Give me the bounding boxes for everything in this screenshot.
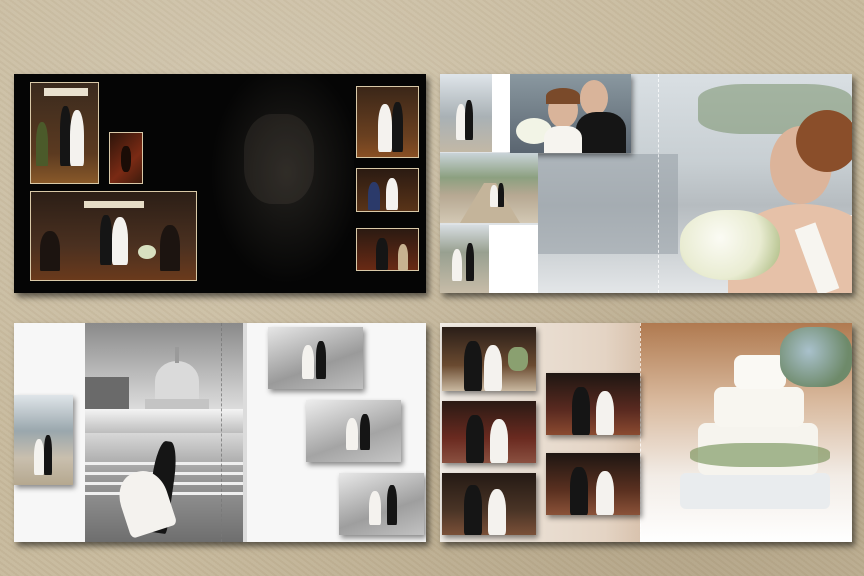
groom-figure <box>387 485 397 525</box>
guest-figure <box>40 231 60 271</box>
groom-figure <box>392 102 403 152</box>
detail-figure <box>121 146 131 172</box>
bride-dress <box>544 126 582 153</box>
photo-reception-1[interactable] <box>442 327 536 391</box>
groom-figure <box>466 415 484 463</box>
photo-detail-small[interactable] <box>109 132 143 184</box>
groom-figure <box>498 183 504 207</box>
groom-figure <box>376 238 388 270</box>
cake-stand <box>680 473 830 509</box>
photo-reception-2[interactable] <box>546 373 640 435</box>
gray-margin <box>243 323 247 542</box>
photo-wedding-cake[interactable] <box>640 323 852 542</box>
flowers <box>138 245 156 259</box>
photo-ceremony-wide[interactable] <box>30 191 197 281</box>
groom-suit <box>576 112 626 153</box>
groom-figure <box>466 243 474 281</box>
bride-figure <box>369 491 381 525</box>
bride-figure <box>34 439 44 475</box>
cake-greenery <box>690 443 830 467</box>
cake-flowers <box>780 327 852 387</box>
photo-recessional[interactable] <box>356 86 419 158</box>
page-fold-line <box>221 323 222 542</box>
fountain-spray <box>85 409 243 433</box>
groom-figure <box>464 485 482 535</box>
groom-face <box>580 80 608 116</box>
bride-figure <box>378 104 392 152</box>
groom-figure <box>100 215 112 265</box>
capitol-dome <box>155 361 199 401</box>
photo-rooftop-walk-2[interactable] <box>440 153 538 223</box>
photo-bw-walk-2[interactable] <box>306 400 401 462</box>
photo-couple-closeup[interactable] <box>510 74 631 153</box>
building-blur <box>538 154 678 254</box>
bride-figure <box>452 249 462 281</box>
photo-reception-3[interactable] <box>442 401 536 463</box>
arch-canopy <box>44 88 88 96</box>
groom-figure <box>316 341 326 379</box>
centerpiece <box>508 347 528 371</box>
photo-ceremony-arch[interactable] <box>30 82 99 184</box>
bride-figure <box>484 345 502 391</box>
groom-figure <box>465 100 473 140</box>
guest-figure <box>160 225 180 271</box>
groom-figure <box>44 435 52 475</box>
bride-figure <box>490 185 498 207</box>
arch-canopy <box>84 201 144 208</box>
bride-figure <box>70 110 84 166</box>
guest-figure <box>368 182 380 210</box>
groom-figure <box>360 414 370 450</box>
photo-rooftop-walk-3[interactable] <box>440 225 489 293</box>
bride-figure <box>346 418 358 450</box>
photo-bw-walk-3[interactable] <box>339 473 424 535</box>
white-panel <box>492 74 510 152</box>
page-fold-line <box>640 323 641 542</box>
faded-hand-shape <box>244 114 314 204</box>
photo-reception-5[interactable] <box>442 473 536 535</box>
bride-figure <box>488 489 506 535</box>
groom-figure <box>570 467 588 515</box>
bride-figure <box>112 217 128 265</box>
album-spread-reception <box>440 323 852 542</box>
photo-bw-walk-1[interactable] <box>268 327 363 389</box>
bouquet <box>680 210 780 280</box>
bride-hair <box>546 88 580 104</box>
page-fold-line <box>658 74 659 293</box>
photo-capitol-walk-small[interactable] <box>14 395 73 485</box>
bride-figure <box>386 178 398 210</box>
cake-tier-top <box>734 355 786 389</box>
bride-hair-bun <box>796 110 852 172</box>
groom-figure <box>572 387 590 435</box>
photo-exit-1[interactable] <box>356 168 419 212</box>
guest-figure <box>398 244 408 270</box>
photo-rooftop-walk-1[interactable] <box>440 74 492 152</box>
bride-figure <box>596 471 614 515</box>
photo-exit-2[interactable] <box>356 228 419 271</box>
album-spread-capitol <box>14 323 426 542</box>
white-panel <box>489 225 538 293</box>
bride-figure <box>490 419 508 463</box>
guest-figure <box>36 122 48 166</box>
album-spread-ceremony <box>14 74 426 293</box>
bride-figure <box>596 391 614 435</box>
photo-capitol-dip-kiss[interactable] <box>85 323 243 542</box>
capitol-spire <box>175 347 179 363</box>
groom-figure <box>464 341 482 391</box>
photo-reception-4[interactable] <box>546 453 640 515</box>
album-spread-portraits <box>440 74 852 293</box>
bride-figure <box>302 345 314 379</box>
cake-tier-middle <box>714 387 804 427</box>
